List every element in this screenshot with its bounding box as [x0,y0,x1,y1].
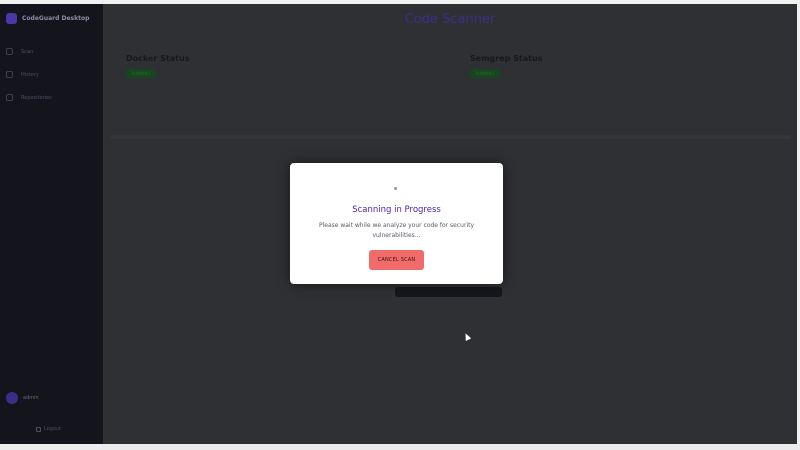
scan-icon [6,48,13,55]
user-profile[interactable]: admin [6,392,39,404]
docker-status-card: Docker Status RUNNING [111,48,445,136]
logout-label: Logout [44,426,62,432]
avatar [6,392,18,404]
page-title: Code Scanner [404,12,496,27]
sidebar-item-repositories[interactable]: Repositories [6,86,98,109]
status-badge: RUNNING [126,69,156,78]
sidebar-item-label: Scan [21,48,34,55]
start-scan-button[interactable] [395,287,502,297]
semgrep-status-card: Semgrep Status RUNNING [455,48,789,136]
logout-icon [36,426,41,432]
sidebar-nav: Scan History Repositories [6,40,98,109]
sidebar-item-history[interactable]: History [6,63,98,86]
status-badge: RUNNING [470,69,500,78]
modal-title: Scanning in Progress [352,205,441,215]
user-name: admin [23,394,39,401]
section-divider [111,135,791,139]
loading-spinner-icon [394,187,397,190]
card-title: Docker Status [126,54,190,63]
repo-icon [6,94,13,101]
brand-name: CodeGuard Desktop [22,15,90,22]
sidebar: CodeGuard Desktop Scan History Repositor… [0,4,103,444]
logout-button[interactable]: Logout [36,426,61,432]
app-logo-icon [6,13,17,24]
sidebar-item-label: Repositories [21,94,52,101]
history-icon [6,71,13,78]
card-title: Semgrep Status [470,54,543,63]
sidebar-item-scan[interactable]: Scan [6,40,98,63]
cancel-scan-button[interactable]: CANCEL SCAN [369,250,424,270]
scan-progress-modal: Scanning in Progress Please wait while w… [290,163,503,284]
brand: CodeGuard Desktop [6,13,89,24]
modal-message: Please wait while we analyze your code f… [318,222,475,239]
sidebar-item-label: History [21,71,39,78]
bottom-bar [0,444,800,450]
